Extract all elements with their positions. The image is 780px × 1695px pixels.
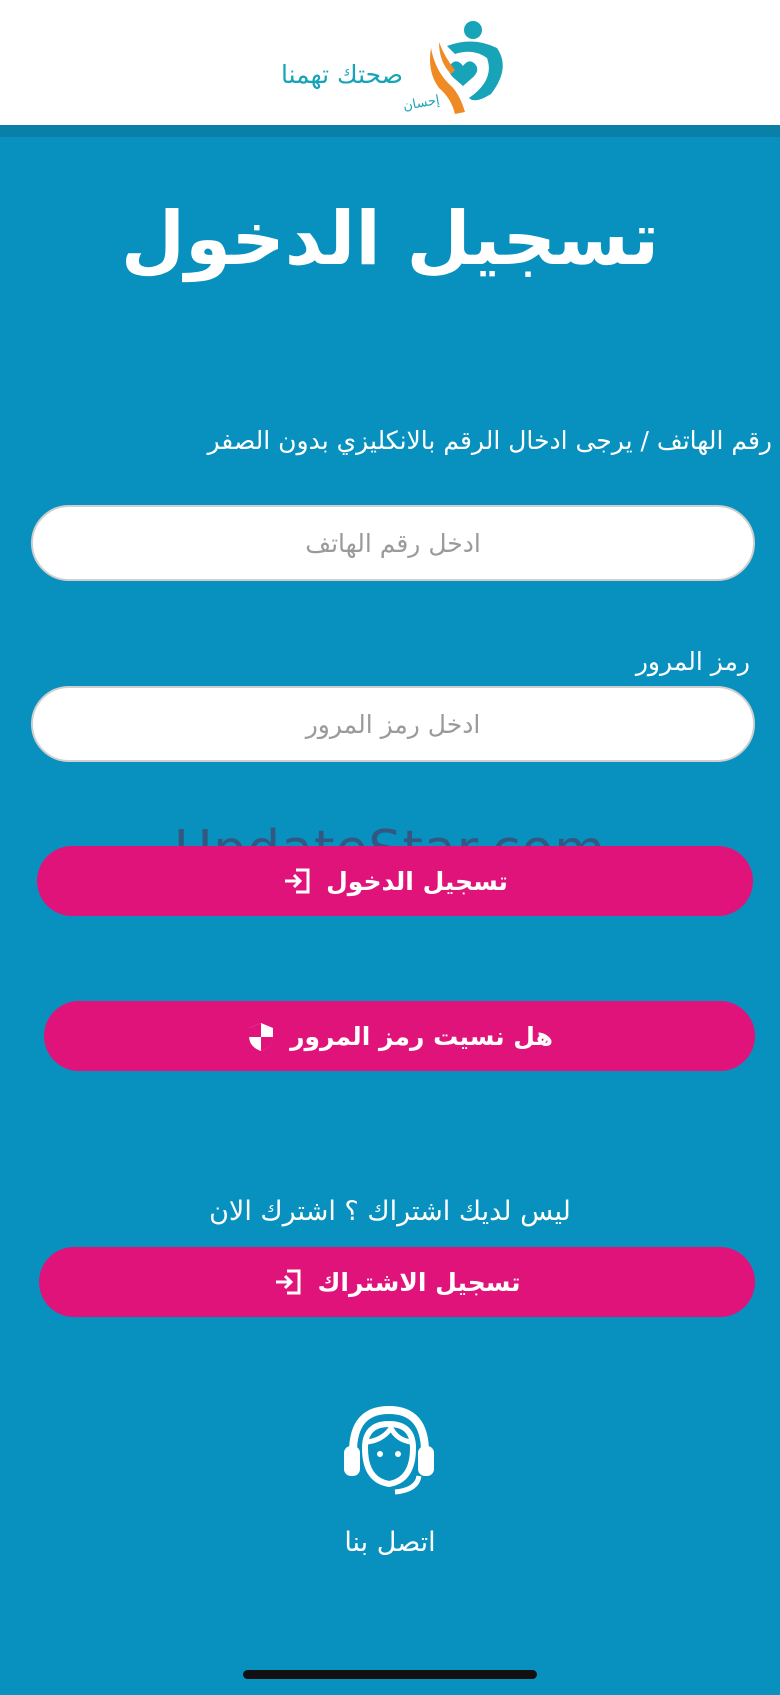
subscribe-question: ليس لديك اشتراك ؟ اشترك الان <box>209 1196 571 1227</box>
forgot-password-label: هل نسيت رمز المرور <box>290 1021 553 1051</box>
phone-label: رقم الهاتف / يرجى ادخال الرقم بالانكليزي… <box>207 426 772 455</box>
home-indicator <box>243 1670 537 1679</box>
register-button-label: تسجيل الاشتراك <box>317 1267 521 1297</box>
logo-text: صحتك تهمنا <box>281 60 404 89</box>
shield-icon <box>246 1021 276 1051</box>
password-input[interactable] <box>31 686 755 762</box>
contact-us-link[interactable]: اتصل بنا <box>0 1527 780 1558</box>
phone-input[interactable] <box>31 505 755 581</box>
headset-support-icon[interactable] <box>339 1400 439 1500</box>
heart-hands-logo-icon <box>430 21 503 114</box>
page-title: تسجيل الدخول <box>120 196 660 282</box>
forgot-password-button[interactable]: هل نسيت رمز المرور <box>44 1001 755 1071</box>
login-button[interactable]: تسجيل الدخول <box>37 846 753 916</box>
app-header: صحتك تهمنا إحسان <box>0 0 780 127</box>
login-button-label: تسجيل الدخول <box>326 866 508 896</box>
register-icon <box>273 1267 303 1297</box>
login-icon <box>282 866 312 896</box>
app-logo: صحتك تهمنا إحسان <box>275 18 515 120</box>
header-divider <box>0 125 780 137</box>
password-label: رمز المرور <box>635 647 750 676</box>
register-button[interactable]: تسجيل الاشتراك <box>39 1247 755 1317</box>
